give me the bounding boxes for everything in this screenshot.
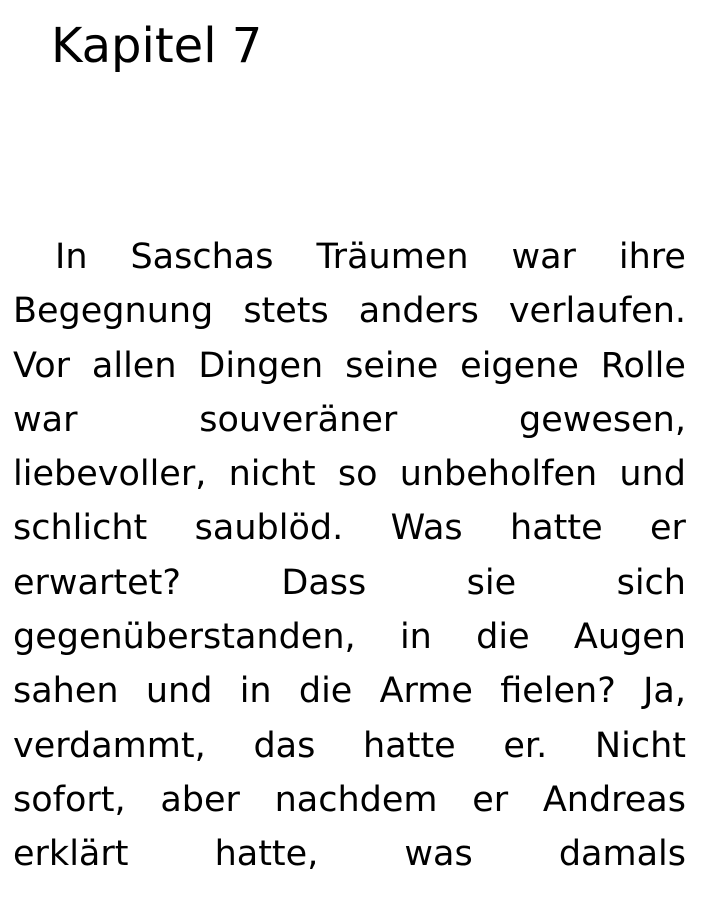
ebook-page: Kapitel 7 In Saschas Träumen war ihre Begegnu… bbox=[0, 0, 701, 921]
text-line: schlicht saublöd. Was hatte er bbox=[13, 501, 686, 555]
word: in bbox=[239, 671, 272, 712]
word: souveräner bbox=[199, 399, 398, 440]
word: saublöd. bbox=[194, 508, 344, 549]
word: nicht bbox=[228, 454, 316, 495]
word: das bbox=[253, 725, 316, 766]
word: verdammt, bbox=[13, 725, 206, 766]
text-line: Begegnung stets anders verlaufen. bbox=[13, 284, 686, 338]
word: anders bbox=[358, 291, 479, 332]
word: sofort, bbox=[13, 779, 126, 820]
word: erklärt bbox=[13, 834, 129, 875]
word: sie bbox=[466, 562, 517, 603]
word: allen bbox=[91, 345, 177, 386]
word: nachdem bbox=[274, 779, 438, 820]
word: seine bbox=[345, 345, 439, 386]
word: war bbox=[511, 237, 576, 277]
word: Dass bbox=[281, 562, 367, 603]
word: schlicht bbox=[13, 508, 148, 549]
word: damals bbox=[558, 834, 686, 875]
word: so bbox=[337, 454, 378, 495]
word: liebevoller, bbox=[13, 454, 207, 495]
word: fielen? bbox=[500, 671, 616, 712]
text-line: In Saschas Träumen war ihre bbox=[13, 230, 686, 284]
word: er bbox=[650, 508, 686, 549]
word: die bbox=[298, 671, 353, 712]
word: sahen bbox=[13, 671, 119, 712]
text-line: gegenüberstanden, in die Augen bbox=[13, 610, 686, 664]
word: er. bbox=[503, 725, 548, 766]
word: was bbox=[404, 834, 473, 875]
word: verlaufen. bbox=[508, 291, 686, 332]
word: er bbox=[472, 779, 509, 820]
word: gewesen, bbox=[519, 399, 686, 440]
text-line: erklärt hatte, was damals bbox=[13, 827, 686, 881]
text-line: verdammt, das hatte er. Nicht bbox=[13, 719, 686, 773]
word: hatte, bbox=[214, 834, 319, 875]
word: Nicht bbox=[594, 725, 686, 766]
word: In bbox=[55, 237, 88, 277]
word: Vor bbox=[13, 345, 71, 386]
word: unbeholfen bbox=[399, 454, 598, 495]
text-line: sahen und in die Arme fielen? Ja, bbox=[13, 664, 686, 718]
word: Rolle bbox=[600, 345, 686, 386]
word: Träumen bbox=[316, 237, 469, 277]
word: Dingen bbox=[198, 345, 324, 386]
word: Augen bbox=[573, 617, 686, 658]
word: eigene bbox=[460, 345, 579, 386]
text-line: erwartet? Dass sie sich bbox=[13, 556, 686, 610]
word: Begegnung bbox=[13, 291, 214, 332]
word: aber bbox=[160, 779, 240, 820]
word: in bbox=[399, 617, 432, 658]
word: Was bbox=[390, 508, 463, 549]
word: Arme bbox=[379, 671, 473, 712]
word: ihre bbox=[618, 237, 686, 277]
text-line: sofort, aber nachdem er Andreas bbox=[13, 773, 686, 827]
word: die bbox=[476, 617, 530, 658]
word: hatte bbox=[510, 508, 603, 549]
word: gegenüberstanden, bbox=[13, 617, 356, 658]
text-line: Vor allen Dingen seine eigene Rolle bbox=[13, 339, 686, 393]
chapter-title: Kapitel 7 bbox=[51, 18, 263, 74]
word: hatte bbox=[363, 725, 456, 766]
word: sich bbox=[616, 562, 686, 603]
text-line: war souveräner gewesen, bbox=[13, 393, 686, 447]
word: und bbox=[619, 454, 686, 495]
word: und bbox=[145, 671, 213, 712]
word: war bbox=[13, 399, 78, 440]
chapter-body-paragraph: In Saschas Träumen war ihre Begegnung stets and… bbox=[13, 230, 686, 882]
word: stets bbox=[243, 291, 329, 332]
word: Saschas bbox=[130, 237, 274, 277]
word: Andreas bbox=[542, 779, 686, 820]
text-line: liebevoller, nicht so unbeholfen und bbox=[13, 447, 686, 501]
word: Ja, bbox=[643, 671, 686, 712]
word: erwartet? bbox=[13, 562, 181, 603]
